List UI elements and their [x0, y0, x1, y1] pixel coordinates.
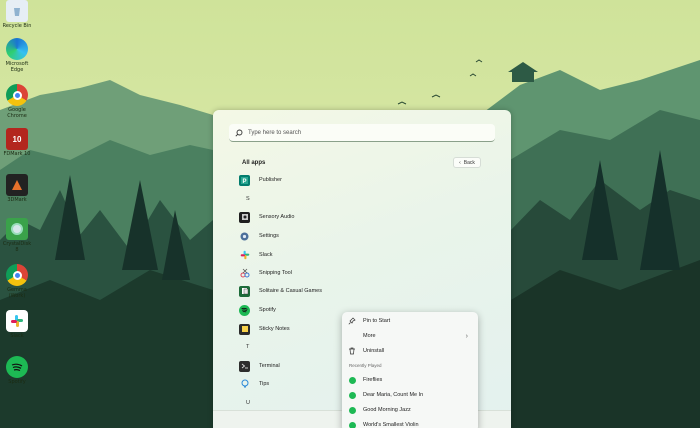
- app-item-sensory-audio[interactable]: Sensory Audio: [239, 209, 439, 225]
- desktop-icon-label: CrystalDisk 8: [2, 241, 32, 253]
- app-item-snipping-tool[interactable]: Snipping Tool: [239, 265, 439, 281]
- desktop-icon-spotify[interactable]: Spotify: [0, 356, 34, 385]
- desktop-icon-slack[interactable]: Slack: [0, 310, 34, 339]
- terminal-icon: [239, 360, 250, 372]
- sensory-audio-icon: [239, 211, 250, 223]
- menu-item-label: Uninstall: [363, 348, 385, 354]
- desktop-icon-edge[interactable]: Microsoft Edge: [0, 38, 34, 73]
- desktop-icon-label: 3DMark: [7, 197, 27, 203]
- menu-item-label: Dear Maria, Count Me In: [363, 392, 424, 398]
- desktop-icon-3dmark[interactable]: 3DMark: [0, 174, 34, 203]
- recent-track-item[interactable]: Dear Maria, Count Me In: [348, 388, 472, 402]
- slack-icon: [6, 310, 28, 332]
- desktop-icon-label: Spotify: [8, 379, 26, 385]
- chrome-icon: [6, 84, 28, 106]
- desktop-icon-fdmark[interactable]: 10 FDMark 10: [0, 128, 34, 157]
- menu-item-label: World's Smallest Violin: [363, 422, 419, 428]
- desktop-icon-label: Recycle Bin: [2, 23, 32, 29]
- 3dmark-icon: [6, 174, 28, 196]
- pin-icon: [348, 317, 356, 325]
- 3dmark-icon: 10: [6, 128, 28, 150]
- app-item-label: Spotify: [259, 307, 276, 313]
- menu-item-label: Fireflies: [363, 377, 383, 383]
- blank-icon: [348, 332, 356, 340]
- spotify-icon: [6, 356, 28, 378]
- desktop-icon-label: FDMark 10: [3, 151, 31, 157]
- app-item-slack[interactable]: Slack: [239, 247, 439, 263]
- chevron-left-icon: ‹: [459, 159, 461, 166]
- menu-item-label: Good Morning Jazz: [363, 407, 411, 413]
- spotify-icon: [348, 406, 356, 414]
- recently-played-header: Recently Played: [349, 363, 382, 368]
- context-menu: Pin to Start More › Uninstall Recently P…: [342, 312, 478, 428]
- solitaire-icon: [239, 285, 250, 297]
- gear-icon: [239, 231, 250, 242]
- desktop-icon-label: Google Chrome: [7, 107, 27, 119]
- app-item-solitaire[interactable]: Solitaire & Casual Games: [239, 283, 439, 299]
- app-item-label: Publisher: [259, 177, 282, 183]
- app-item-settings[interactable]: Settings: [239, 228, 439, 244]
- menu-item-label: Pin to Start: [363, 318, 391, 324]
- app-item-label: Snipping Tool: [259, 270, 292, 276]
- back-label: Back: [463, 159, 475, 166]
- spotify-icon: [348, 376, 356, 384]
- search-placeholder: Type here to search: [248, 129, 302, 136]
- chevron-right-icon: ›: [465, 332, 468, 340]
- spotify-icon: [239, 304, 250, 316]
- letter-header-s[interactable]: S: [246, 196, 250, 202]
- desktop-icon-label: Slack: [10, 333, 24, 339]
- app-item-label: Sticky Notes: [259, 326, 290, 332]
- crystaldisk-icon: [6, 218, 28, 240]
- app-item-label: Terminal: [259, 363, 280, 369]
- letter-header-t[interactable]: T: [246, 344, 249, 350]
- app-item-label: Slack: [259, 252, 273, 258]
- chrome-profile-icon: [6, 264, 28, 286]
- recycle-bin-icon: [6, 0, 28, 22]
- publisher-icon: P: [239, 174, 250, 186]
- app-item-label: Settings: [259, 233, 279, 239]
- app-item-label: Solitaire & Casual Games: [259, 288, 322, 294]
- letter-header-u[interactable]: U: [246, 400, 250, 406]
- app-item-label: Tips: [259, 381, 270, 387]
- desktop-icon-label: Gemma (Work): [7, 287, 27, 299]
- back-button[interactable]: ‹ Back: [453, 157, 481, 168]
- app-item-publisher[interactable]: P Publisher: [239, 172, 439, 188]
- recent-track-item[interactable]: World's Smallest Violin: [348, 418, 472, 428]
- slack-icon: [239, 250, 250, 261]
- svg-text:P: P: [243, 179, 247, 184]
- menu-item-label: More: [363, 333, 376, 339]
- spotify-icon: [348, 421, 356, 428]
- desktop-icon-gemma-work[interactable]: Gemma (Work): [0, 264, 34, 299]
- desktop-icon-crystaldisk[interactable]: CrystalDisk 8: [0, 218, 34, 253]
- app-item-label: Sensory Audio: [259, 214, 295, 220]
- search-input[interactable]: Type here to search: [229, 124, 495, 142]
- more-menu-item[interactable]: More ›: [348, 329, 472, 343]
- desktop-icon-recycle-bin[interactable]: Recycle Bin: [0, 0, 34, 29]
- pin-to-start-menu-item[interactable]: Pin to Start: [348, 314, 472, 328]
- tips-icon: [239, 379, 250, 390]
- sticky-notes-icon: [239, 323, 250, 335]
- recent-track-item[interactable]: Good Morning Jazz: [348, 403, 472, 417]
- search-icon: [235, 124, 243, 142]
- all-apps-title: All apps: [242, 160, 266, 166]
- trash-icon: [348, 347, 356, 355]
- spotify-icon: [348, 391, 356, 399]
- desktop-icon-chrome[interactable]: Google Chrome: [0, 84, 34, 119]
- snipping-tool-icon: [239, 268, 250, 279]
- edge-icon: [6, 38, 28, 60]
- recent-track-item[interactable]: Fireflies: [348, 373, 472, 387]
- uninstall-menu-item[interactable]: Uninstall: [348, 344, 472, 358]
- desktop-icon-label: Microsoft Edge: [5, 61, 29, 73]
